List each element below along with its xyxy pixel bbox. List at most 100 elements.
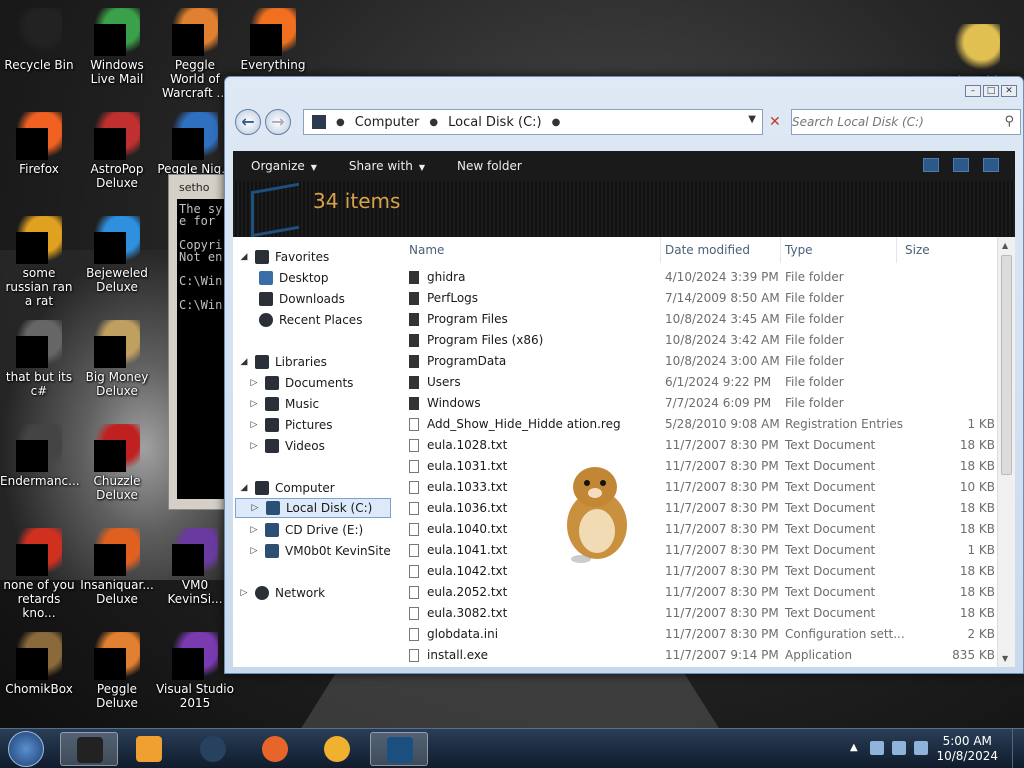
forward-button[interactable]: → <box>265 109 291 135</box>
column-header-size[interactable]: Size <box>905 237 985 263</box>
desktop-icon[interactable]: Bejeweled Deluxe <box>78 216 156 294</box>
start-button[interactable] <box>8 731 44 767</box>
file-row[interactable]: eula.1028.txt 11/7/2007 8:30 PM Text Docum… <box>403 435 995 456</box>
volume-icon[interactable] <box>914 741 928 755</box>
search-icon[interactable]: ⚲ <box>1004 114 1014 129</box>
desktop-icon[interactable]: Chuzzle Deluxe <box>78 424 156 502</box>
nav-pictures[interactable]: ▷ Pictures <box>249 415 333 435</box>
collapse-arrow-icon[interactable]: ◢ <box>239 252 249 262</box>
clock[interactable]: 5:00 AM 10/8/2024 <box>936 734 998 764</box>
scroll-thumb[interactable] <box>1001 255 1012 475</box>
minimize-button[interactable]: – <box>965 85 981 97</box>
security-icon[interactable] <box>870 741 884 755</box>
nav-vm-site[interactable]: ▷ VM0b0t KevinSite <box>249 541 391 561</box>
nav-music[interactable]: ▷ Music <box>249 394 319 414</box>
desktop-icon[interactable]: Visual Studio 2015 <box>156 632 234 710</box>
help-icon[interactable] <box>983 158 999 172</box>
nav-documents[interactable]: ▷ Documents <box>249 373 353 393</box>
nav-recent-places[interactable]: Recent Places <box>259 310 362 330</box>
desktop-icon[interactable]: Recycle Bin <box>0 8 78 72</box>
file-row[interactable]: eula.3082.txt 11/7/2007 8:30 PM Text Docum… <box>403 603 995 624</box>
file-row[interactable]: Users 6/1/2024 9:22 PM File folder <box>403 372 995 393</box>
address-bar[interactable]: ● Computer ● Local Disk (C:) ● ▼ <box>303 109 763 135</box>
nav-favorites[interactable]: ◢ Favorites <box>239 247 329 267</box>
show-desktop-button[interactable] <box>1012 729 1024 768</box>
expand-arrow-icon[interactable]: ▷ <box>249 420 259 430</box>
nav-videos[interactable]: ▷ Videos <box>249 436 325 456</box>
share-with-button[interactable]: Share with ▼ <box>349 159 425 173</box>
taskbar-explorer-button[interactable] <box>60 732 118 766</box>
desktop-icon[interactable]: Peggle World of Warcraft ... <box>156 8 234 100</box>
expand-arrow-icon[interactable]: ▷ <box>249 378 259 388</box>
file-row[interactable]: ghidra 4/10/2024 3:39 PM File folder <box>403 267 995 288</box>
nav-downloads[interactable]: Downloads <box>259 289 345 309</box>
desktop-icon[interactable]: Big Money Deluxe <box>78 320 156 398</box>
nav-local-disk[interactable]: ▷ Local Disk (C:) <box>235 498 391 518</box>
desktop-icon[interactable]: VM0 KevinSi... <box>156 528 234 606</box>
nav-cd-drive[interactable]: ▷ CD Drive (E:) <box>249 520 363 540</box>
close-button[interactable]: ✕ <box>1001 85 1017 97</box>
desktop-icon[interactable]: Everything <box>234 8 312 72</box>
nav-computer[interactable]: ◢ Computer <box>239 478 335 498</box>
file-row[interactable]: eula.1040.txt 11/7/2007 8:30 PM Text Docum… <box>403 519 995 540</box>
desktop-icon[interactable]: ChomikBox <box>0 632 78 696</box>
change-view-icon[interactable] <box>923 158 939 172</box>
nav-libraries[interactable]: ◢ Libraries <box>239 352 327 372</box>
desktop-icon[interactable]: AstroPop Deluxe <box>78 112 156 190</box>
desktop-icon[interactable]: some russian ran a rat <box>0 216 78 308</box>
file-row[interactable]: PerfLogs 7/14/2009 8:50 AM File folder <box>403 288 995 309</box>
desktop-icon[interactable]: Peggle Deluxe <box>78 632 156 710</box>
file-row[interactable]: Program Files 10/8/2024 3:45 AM File folde… <box>403 309 995 330</box>
nav-network[interactable]: ▷ Network <box>239 583 325 603</box>
vertical-scrollbar[interactable]: ▲ ▼ <box>997 237 1015 667</box>
file-row[interactable]: eula.1042.txt 11/7/2007 8:30 PM Text Docum… <box>403 561 995 582</box>
address-dropdown-icon[interactable]: ▼ <box>748 114 756 125</box>
explorer-window[interactable]: – □ ✕ ← → ● Computer ● Local Disk (C:) ●… <box>224 76 1024 674</box>
maximize-button[interactable]: □ <box>983 85 999 97</box>
expand-arrow-icon[interactable]: ▷ <box>249 525 259 535</box>
nav-desktop[interactable]: Desktop <box>259 268 329 288</box>
network-status-icon[interactable] <box>892 741 906 755</box>
desktop-icon[interactable]: none of you retards kno... <box>0 528 78 620</box>
taskbar-console-button[interactable] <box>370 732 428 766</box>
column-header-date[interactable]: Date modified <box>665 237 781 263</box>
preview-pane-icon[interactable] <box>953 158 969 172</box>
file-row[interactable]: Add_Show_Hide_Hidde ation.reg 5/28/2010 9… <box>403 414 995 435</box>
search-box[interactable]: ⚲ <box>791 109 1021 135</box>
back-button[interactable]: ← <box>235 109 261 135</box>
column-header-type[interactable]: Type <box>785 237 897 263</box>
file-row[interactable]: eula.1031.txt 11/7/2007 8:30 PM Text Docum… <box>403 456 995 477</box>
file-row[interactable]: globdata.ini 11/7/2007 8:30 PM Configurati… <box>403 624 995 645</box>
taskbar-media-button[interactable] <box>120 732 178 766</box>
collapse-arrow-icon[interactable]: ◢ <box>239 483 249 493</box>
search-input[interactable] <box>792 115 982 129</box>
console-window[interactable]: setho The sy e for Copyri Not en C:\Win … <box>168 174 228 510</box>
expand-arrow-icon[interactable]: ▷ <box>249 546 259 556</box>
taskbar-browser-button[interactable] <box>308 732 366 766</box>
breadcrumb-computer[interactable]: Computer <box>355 115 420 130</box>
tray-expand-icon[interactable]: ▲ <box>850 742 858 753</box>
taskbar-app-button[interactable] <box>184 732 242 766</box>
desktop-icon[interactable]: Windows Live Mail <box>78 8 156 86</box>
taskbar-firefox-button[interactable] <box>246 732 304 766</box>
new-folder-button[interactable]: New folder <box>457 159 522 173</box>
organize-button[interactable]: Organize ▼ <box>251 159 317 173</box>
stop-icon[interactable]: ✕ <box>769 114 781 130</box>
breadcrumb-local-disk[interactable]: Local Disk (C:) <box>448 115 541 130</box>
expand-arrow-icon[interactable]: ▷ <box>239 588 249 598</box>
file-row[interactable]: eula.1041.txt 11/7/2007 8:30 PM Text Docum… <box>403 540 995 561</box>
desktop-icon[interactable]: Endermanc... <box>0 424 80 488</box>
scroll-down-icon[interactable]: ▼ <box>1002 654 1008 663</box>
file-row[interactable]: eula.2052.txt 11/7/2007 8:30 PM Text Docum… <box>403 582 995 603</box>
desktop-icon[interactable]: Firefox <box>0 112 78 176</box>
column-header-name[interactable]: Name <box>409 237 661 263</box>
scroll-up-icon[interactable]: ▲ <box>1002 241 1008 250</box>
file-row[interactable]: eula.1036.txt 11/7/2007 8:30 PM Text Docum… <box>403 498 995 519</box>
desktop-icon[interactable]: that but its c# <box>0 320 78 398</box>
file-row[interactable]: ProgramData 10/8/2024 3:00 AM File folder <box>403 351 995 372</box>
expand-arrow-icon[interactable]: ▷ <box>250 503 260 513</box>
file-row[interactable]: eula.1033.txt 11/7/2007 8:30 PM Text Docum… <box>403 477 995 498</box>
file-row[interactable]: install.exe 11/7/2007 9:14 PM Application 8… <box>403 645 995 666</box>
expand-arrow-icon[interactable]: ▷ <box>249 441 259 451</box>
desktop-icon[interactable]: Peggle Nig... <box>156 112 234 176</box>
